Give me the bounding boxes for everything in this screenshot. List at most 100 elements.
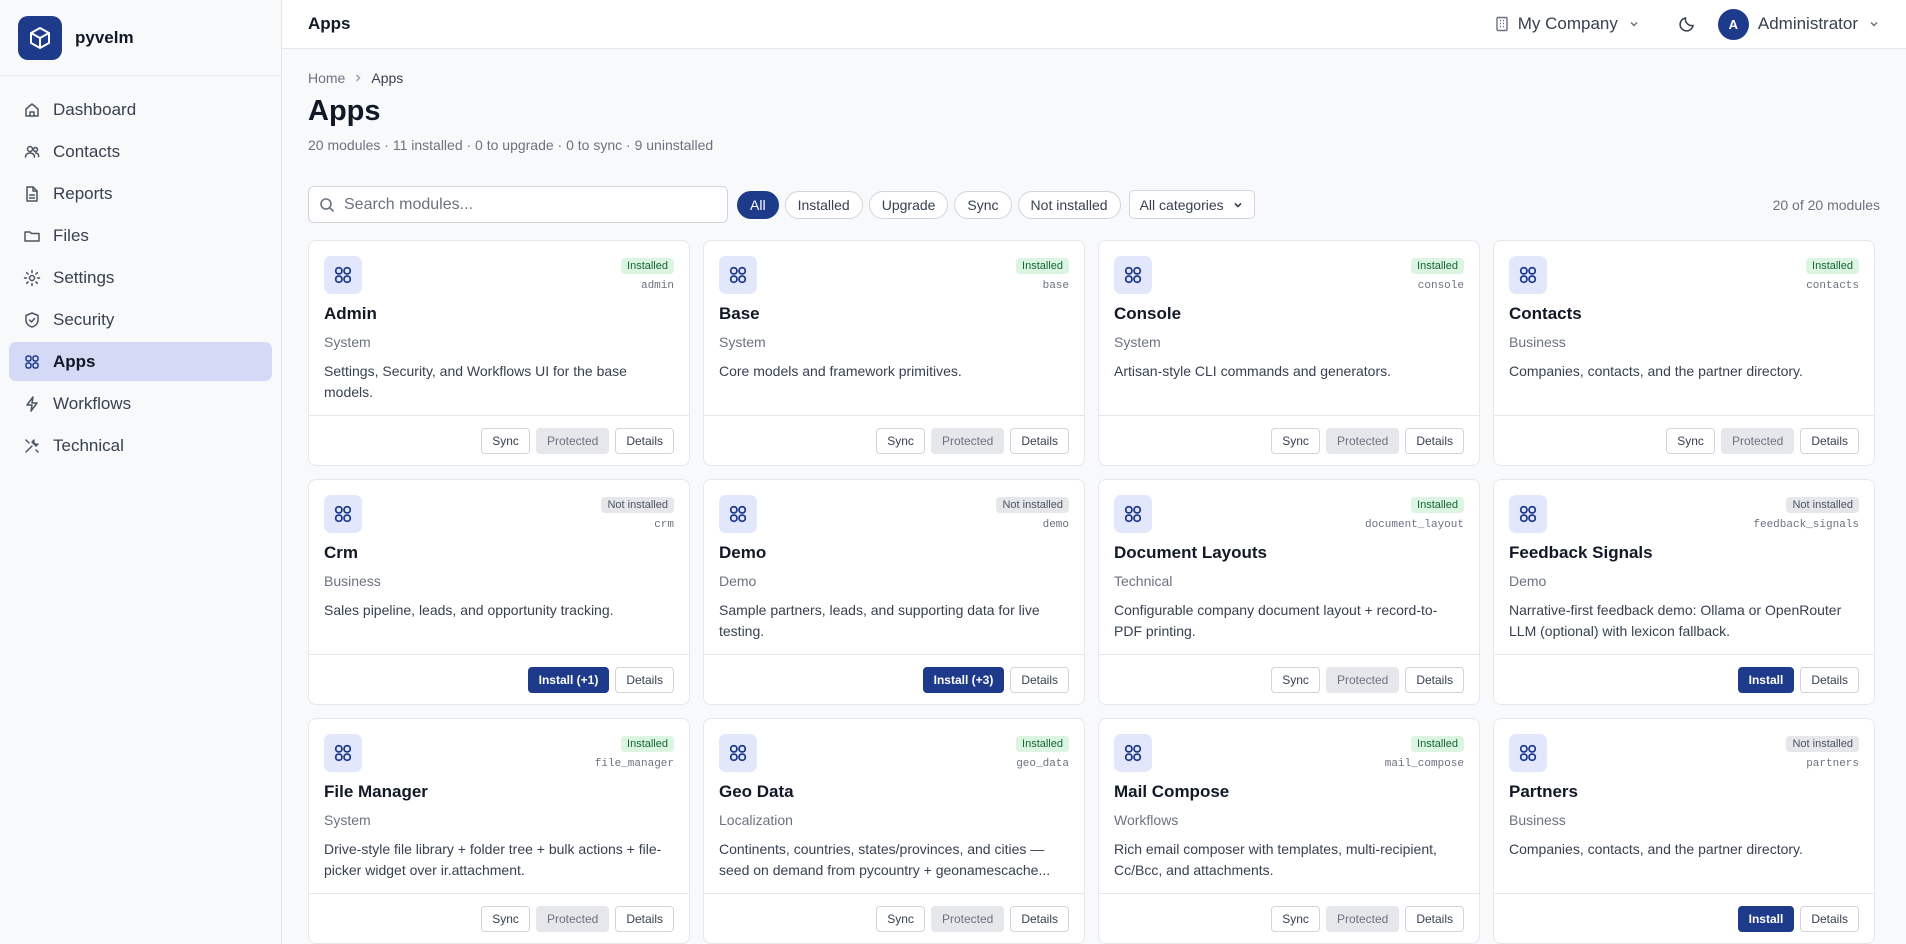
chevron-down-icon	[1630, 21, 1638, 27]
module-category: System	[324, 812, 371, 828]
sidebar: pyvelm Dashboard Contacts Reports Files Sett…	[0, 0, 282, 944]
module-category: Workflows	[1114, 812, 1179, 828]
sidebar-item-dashboard[interactable]: Dashboard	[9, 90, 272, 129]
card-actions: Sync Protected Details	[1494, 415, 1874, 465]
module-technical-name: demo	[1042, 519, 1069, 531]
module-category: Business	[1509, 334, 1566, 350]
search-input[interactable]	[344, 195, 714, 214]
sidebar-item-technical[interactable]: Technical	[9, 426, 272, 465]
sync-button[interactable]: Sync	[876, 905, 925, 932]
module-icon	[1114, 495, 1152, 533]
details-button[interactable]: Details	[1010, 905, 1069, 932]
module-card: Installed document_layout Document Layouts…	[1098, 479, 1480, 705]
status-badge: Installed	[1806, 258, 1859, 274]
details-button[interactable]: Details	[615, 427, 674, 454]
protected-button: Protected	[535, 427, 610, 454]
sync-button[interactable]: Sync	[1666, 427, 1715, 454]
details-button[interactable]: Details	[1800, 427, 1859, 454]
protected-button: Protected	[1325, 905, 1400, 932]
module-name: Demo	[719, 543, 767, 562]
chevron-right-icon	[356, 74, 361, 82]
install-button[interactable]: Install (+1)	[527, 666, 610, 693]
sync-button[interactable]: Sync	[1271, 427, 1320, 454]
module-name: Partners	[1509, 782, 1578, 801]
details-button[interactable]: Details	[1010, 427, 1069, 454]
module-name: File Manager	[324, 782, 428, 801]
sidebar-item-contacts[interactable]: Contacts	[9, 132, 272, 171]
protected-button: Protected	[930, 905, 1005, 932]
filter-pill-upgrade[interactable]: Upgrade	[868, 190, 949, 219]
filter-pill-installed[interactable]: Installed	[784, 190, 863, 219]
card-actions: Sync Protected Details	[309, 893, 689, 943]
details-button[interactable]: Details	[1405, 905, 1464, 932]
company-switcher[interactable]: My Company	[1494, 14, 1648, 34]
gear-icon	[23, 269, 41, 286]
sync-button[interactable]: Sync	[1271, 905, 1320, 932]
sidebar-item-apps[interactable]: Apps	[9, 342, 272, 381]
folder-icon	[24, 230, 40, 242]
filter-pill-not-installed[interactable]: Not installed	[1017, 190, 1121, 219]
module-technical-name: console	[1417, 280, 1464, 292]
module-card: Not installed feedback_signals Feedback Si…	[1493, 479, 1875, 705]
install-button[interactable]: Install	[1737, 905, 1795, 932]
module-icon	[719, 734, 757, 772]
main-content: Home Apps Apps 20 modules · 11 installed…	[282, 49, 1906, 944]
module-technical-name: contacts	[1806, 280, 1859, 292]
chevron-down-icon	[1870, 21, 1878, 27]
grid-icon	[1124, 505, 1142, 523]
card-actions: Sync Protected Details	[704, 415, 1084, 465]
sidebar-item-label: Workflows	[53, 393, 132, 413]
sidebar-item-label: Contacts	[53, 141, 121, 161]
sidebar-item-settings[interactable]: Settings	[9, 258, 272, 297]
module-category: Business	[324, 573, 381, 589]
user-menu[interactable]: A Administrator	[1717, 8, 1880, 40]
status-badge: Not installed	[1786, 736, 1859, 752]
sidebar-item-security[interactable]: Security	[9, 300, 272, 339]
details-button[interactable]: Details	[1405, 427, 1464, 454]
moon-icon	[1679, 17, 1694, 32]
sidebar-item-reports[interactable]: Reports	[9, 174, 272, 213]
install-button[interactable]: Install	[1737, 666, 1795, 693]
sync-button[interactable]: Sync	[481, 427, 530, 454]
module-description: Core models and framework primitives.	[719, 363, 962, 379]
details-button[interactable]: Details	[1800, 905, 1859, 932]
protected-button: Protected	[1325, 666, 1400, 693]
grid-icon	[334, 266, 352, 284]
module-icon	[719, 495, 757, 533]
details-button[interactable]: Details	[1405, 666, 1464, 693]
module-technical-name: crm	[654, 519, 674, 531]
sync-button[interactable]: Sync	[876, 427, 925, 454]
sync-button[interactable]: Sync	[1271, 666, 1320, 693]
details-button[interactable]: Details	[1800, 666, 1859, 693]
grid-icon	[1519, 266, 1537, 284]
module-category: Business	[1509, 812, 1566, 828]
module-name: Mail Compose	[1114, 782, 1230, 801]
details-button[interactable]: Details	[615, 905, 674, 932]
user-name: Administrator	[1757, 14, 1858, 33]
details-button[interactable]: Details	[615, 666, 674, 693]
grid-icon	[25, 354, 39, 369]
filter-pill-all[interactable]: All	[737, 190, 779, 219]
breadcrumb-home[interactable]: Home	[308, 70, 345, 86]
sidebar-item-files[interactable]: Files	[9, 216, 272, 255]
brand[interactable]: pyvelm	[0, 0, 281, 76]
details-button[interactable]: Details	[1010, 666, 1069, 693]
module-category: Demo	[1509, 573, 1547, 589]
filter-pill-sync[interactable]: Sync	[954, 190, 1012, 219]
module-name: Base	[719, 304, 760, 323]
sidebar-item-workflows[interactable]: Workflows	[9, 384, 272, 423]
module-name: Document Layouts	[1114, 543, 1268, 562]
card-actions: Install Details	[1494, 893, 1874, 943]
status-badge: Installed	[1411, 497, 1464, 513]
filter-bar: AllInstalledUpgradeSyncNot installed All…	[308, 186, 1880, 223]
card-actions: Sync Protected Details	[1099, 415, 1479, 465]
card-actions: Sync Protected Details	[1099, 893, 1479, 943]
sync-button[interactable]: Sync	[481, 905, 530, 932]
install-button[interactable]: Install (+3)	[922, 666, 1005, 693]
module-technical-name: geo_data	[1016, 758, 1069, 770]
theme-toggle[interactable]	[1678, 15, 1696, 33]
search-box	[308, 186, 728, 223]
module-description: Configurable company document layout + r…	[1114, 602, 1438, 639]
category-select[interactable]: All categories	[1128, 190, 1255, 219]
module-description: Settings, Security, and Workflows UI for…	[324, 363, 627, 400]
